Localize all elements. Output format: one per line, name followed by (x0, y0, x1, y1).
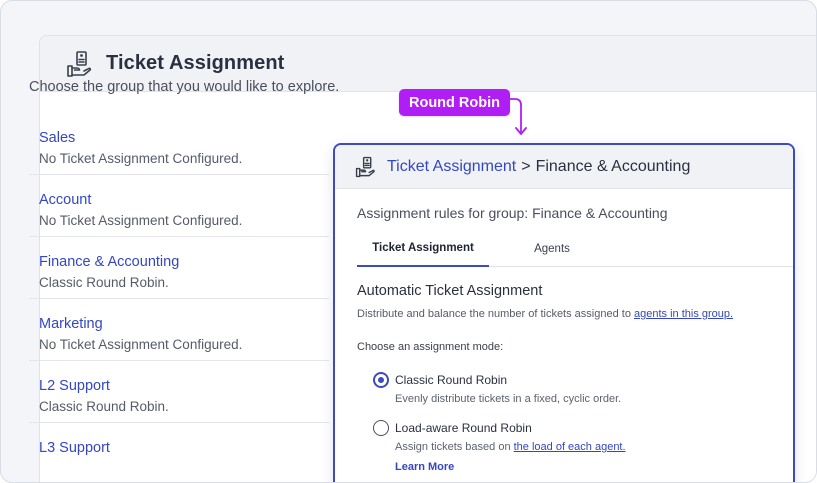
group-status: Classic Round Robin. (39, 399, 169, 414)
ticket-hand-icon (355, 156, 375, 177)
option-description-text: Assign tickets based on (395, 441, 514, 453)
section-title: Automatic Ticket Assignment (357, 283, 543, 299)
group-name-link[interactable]: Account (39, 192, 329, 208)
list-item[interactable]: L3 Support (29, 423, 329, 482)
list-item[interactable]: Account No Ticket Assignment Configured. (29, 175, 329, 237)
list-item[interactable]: Sales No Ticket Assignment Configured. (29, 113, 329, 175)
intro-text: Choose the group that you would like to … (29, 79, 340, 95)
list-item[interactable]: Finance & Accounting Classic Round Robin… (29, 237, 329, 299)
group-status: No Ticket Assignment Configured. (39, 151, 243, 166)
group-name-link[interactable]: Marketing (39, 316, 329, 332)
group-detail-card: Ticket Assignment > Finance & Accounting… (333, 143, 795, 482)
app-frame: Ticket Assignment Choose the group that … (0, 0, 817, 483)
option-label: Load-aware Round Robin (395, 421, 532, 435)
breadcrumb-link[interactable]: Ticket Assignment (387, 158, 516, 176)
agents-in-group-link[interactable]: agents in this group. (634, 308, 733, 320)
mode-label: Choose an assignment mode: (357, 341, 504, 353)
agent-load-link[interactable]: the load of each agent. (514, 441, 626, 453)
group-list: Sales No Ticket Assignment Configured. A… (29, 113, 329, 482)
ticket-hand-icon (67, 50, 92, 77)
breadcrumb-current: Finance & Accounting (535, 157, 691, 175)
list-item[interactable]: L2 Support Classic Round Robin. (29, 361, 329, 423)
tab-ticket-assignment[interactable]: Ticket Assignment (357, 231, 489, 267)
learn-more-link[interactable]: Learn More (395, 461, 454, 473)
round-robin-callout: Round Robin (399, 89, 511, 116)
tab-bar: Ticket Assignment Agents (357, 231, 793, 267)
group-name-link[interactable]: L3 Support (39, 440, 329, 456)
breadcrumb-separator: > (521, 157, 531, 175)
option-label: Classic Round Robin (395, 373, 508, 387)
group-name-link[interactable]: L2 Support (39, 378, 329, 394)
radio-classic-round-robin[interactable] (373, 372, 389, 388)
list-item[interactable]: Marketing No Ticket Assignment Configure… (29, 299, 329, 361)
group-status: Classic Round Robin. (39, 275, 169, 290)
group-status: No Ticket Assignment Configured. (39, 337, 243, 352)
card-header: Ticket Assignment > Finance & Accounting (335, 145, 793, 189)
group-name-link[interactable]: Finance & Accounting (39, 254, 329, 270)
group-name-link[interactable]: Sales (39, 130, 329, 146)
option-description: Evenly distribute tickets in a fixed, cy… (395, 393, 622, 405)
group-status: No Ticket Assignment Configured. (39, 213, 243, 228)
page-title: Ticket Assignment (106, 52, 285, 74)
option-description: Assign tickets based on the load of each… (395, 441, 626, 453)
card-subtitle: Assignment rules for group: Finance & Ac… (357, 205, 668, 221)
callout-arrow-icon (508, 98, 527, 135)
section-description-text: Distribute and balance the number of tic… (357, 308, 634, 320)
tab-agents[interactable]: Agents (489, 231, 615, 267)
section-description: Distribute and balance the number of tic… (357, 308, 733, 320)
radio-load-aware-round-robin[interactable] (373, 420, 389, 436)
